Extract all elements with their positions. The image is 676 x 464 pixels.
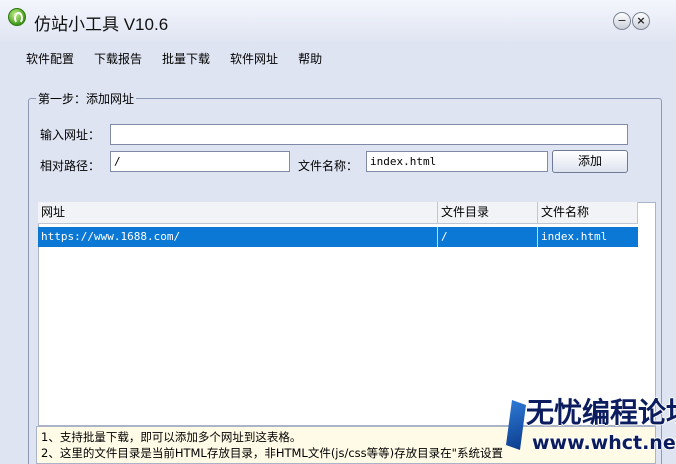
menu-item-help[interactable]: 帮助: [298, 50, 322, 67]
url-input[interactable]: [110, 124, 628, 145]
column-header-dir[interactable]: 文件目录: [438, 202, 538, 224]
menu-item-download-report[interactable]: 下载报告: [94, 50, 142, 67]
add-button[interactable]: 添加: [552, 150, 628, 173]
path-input[interactable]: /: [110, 151, 290, 172]
filename-label: 文件名称：: [298, 159, 359, 173]
menu-item-website[interactable]: 软件网址: [230, 50, 278, 67]
watermark-text: 无忧编程论坛: [526, 396, 676, 429]
watermark-logo: 无忧编程论坛 www.whct.net: [506, 396, 676, 464]
window-title: 仿站小工具 V10.6: [34, 15, 169, 34]
menu-bar: 软件配置 下载报告 批量下载 软件网址 帮助: [0, 44, 676, 72]
menu-item-batch-download[interactable]: 批量下载: [162, 50, 210, 67]
url-label: 输入网址：: [40, 128, 101, 142]
app-logo-icon: [8, 8, 26, 26]
path-label: 相对路径：: [40, 159, 101, 173]
minimize-button[interactable]: −: [613, 12, 631, 30]
close-button[interactable]: ×: [632, 12, 650, 30]
cell-dir: /: [438, 227, 538, 247]
menu-item-settings[interactable]: 软件配置: [26, 50, 74, 67]
table-row[interactable]: https://www.1688.com/ / index.html: [38, 227, 638, 247]
cell-filename: index.html: [541, 230, 608, 243]
step1-title: 第一步：添加网址: [36, 90, 137, 107]
column-header-filename[interactable]: 文件名称: [538, 202, 638, 224]
watermark-mark-icon: [506, 400, 526, 450]
filename-input[interactable]: index.html: [366, 151, 548, 172]
watermark-url: www.whct.net: [532, 432, 676, 454]
cell-url: https://www.1688.com/: [38, 227, 438, 247]
title-bar[interactable]: 仿站小工具 V10.6 − ×: [0, 0, 676, 44]
column-header-url[interactable]: 网址: [38, 202, 438, 224]
